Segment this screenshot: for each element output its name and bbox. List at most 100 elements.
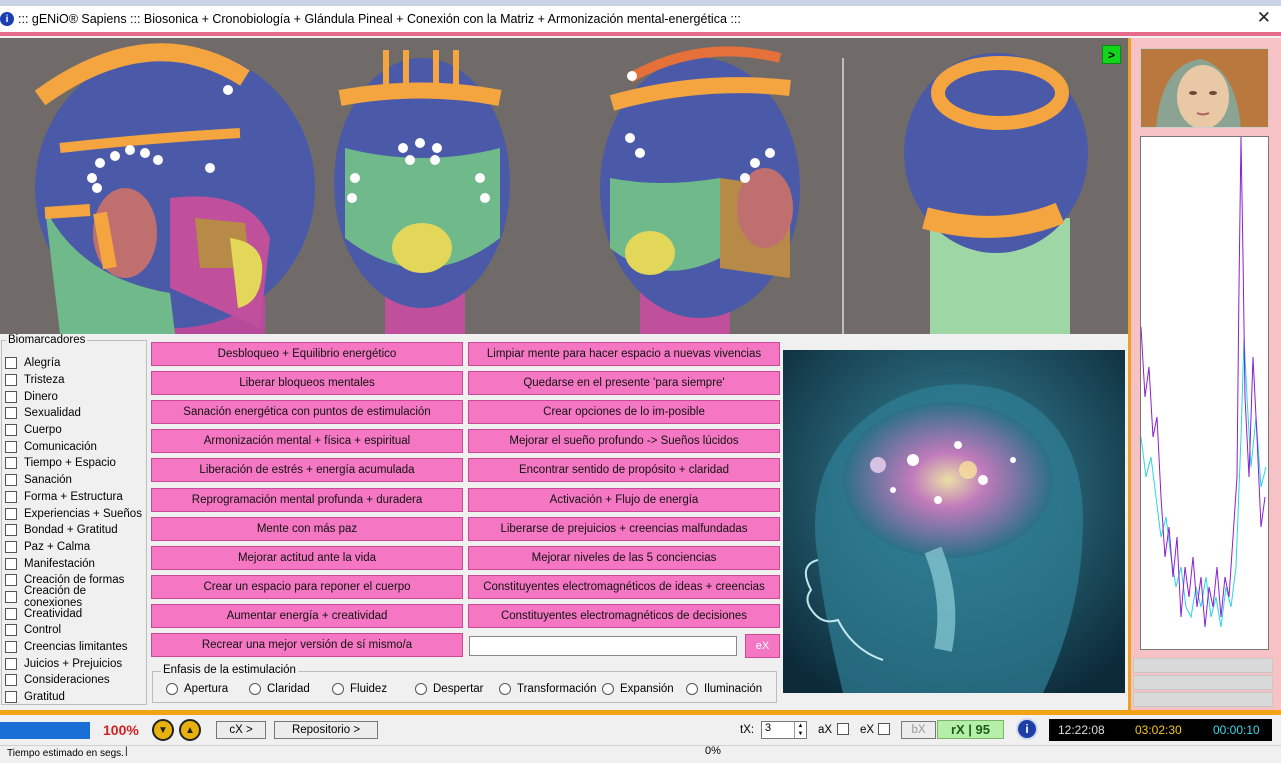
biomarcador-checkbox[interactable] (5, 457, 17, 470)
biomarcador-checkbox[interactable] (5, 490, 17, 503)
biomarcador-item[interactable]: Gratitud (5, 689, 146, 706)
biomarcador-checkbox[interactable] (5, 407, 17, 420)
biomarcador-checkbox[interactable] (5, 540, 17, 553)
biomarcador-checkbox[interactable] (5, 374, 17, 387)
radio-circle-icon[interactable] (499, 683, 511, 695)
enfasis-radio[interactable]: Claridad (249, 683, 310, 695)
biomarcador-item[interactable]: Experiencias + Sueños (5, 505, 146, 522)
biomarcador-label: Forma + Estructura (24, 490, 123, 503)
program-button[interactable]: Crear opciones de lo im-posible (468, 400, 780, 425)
radio-circle-icon[interactable] (249, 683, 261, 695)
enfasis-label: Expansión (620, 683, 674, 695)
program-button[interactable]: Mejorar actitud ante la vida (151, 545, 463, 570)
program-button[interactable]: Armonización mental + física + espiritua… (151, 429, 463, 454)
biomarcador-item[interactable]: Control (5, 622, 146, 639)
program-button[interactable]: Liberación de estrés + energía acumulada (151, 458, 463, 483)
program-button[interactable]: Liberar bloqueos mentales (151, 371, 463, 396)
biomarcador-item[interactable]: Dinero (5, 388, 146, 405)
radio-circle-icon[interactable] (332, 683, 344, 695)
title-divider (0, 32, 1281, 36)
program-button[interactable]: Mejorar el sueño profundo -> Sueños lúci… (468, 429, 780, 454)
biomarcador-item[interactable]: Creencias limitantes (5, 639, 146, 656)
biomarcador-item[interactable]: Creación de conexiones (5, 585, 146, 609)
program-button[interactable]: Aumentar energía + creatividad (151, 603, 463, 628)
biomarcador-item[interactable]: Consideraciones (5, 672, 146, 689)
app-logo-icon: i (0, 12, 14, 26)
volume-down-icon[interactable]: ▼ (152, 719, 174, 741)
program-button[interactable]: Encontrar sentido de propósito + clarida… (468, 458, 780, 483)
biomarcador-checkbox[interactable] (5, 507, 17, 520)
program-button[interactable]: Constituyentes electromagnéticos de deci… (468, 603, 780, 628)
biomarcadores-legend: Biomarcadores (6, 334, 88, 346)
program-button[interactable]: Liberarse de prejuicios + creencias malf… (468, 516, 780, 541)
go-button[interactable]: > (1102, 45, 1121, 64)
biomarcador-item[interactable]: Forma + Estructura (5, 489, 146, 506)
biomarcador-item[interactable]: Alegría (5, 355, 146, 372)
biomarcador-checkbox[interactable] (5, 674, 17, 687)
ex-label: eX (860, 724, 875, 736)
cx-button[interactable]: cX > (216, 721, 266, 739)
biomarcador-checkbox[interactable] (5, 641, 17, 654)
program-button[interactable]: Reprogramación mental profunda + durader… (151, 487, 463, 512)
close-icon[interactable]: ✕ (1257, 8, 1271, 28)
enfasis-radio[interactable]: Expansión (602, 683, 674, 695)
biomarcador-checkbox[interactable] (5, 557, 17, 570)
biomarcador-checkbox[interactable] (5, 424, 17, 437)
biomarcador-checkbox[interactable] (5, 590, 17, 603)
biomarcador-checkbox[interactable] (5, 474, 17, 487)
info-icon[interactable]: i (1016, 718, 1038, 740)
biomarcador-item[interactable]: Sexualidad (5, 405, 146, 422)
program-button[interactable]: Constituyentes electromagnéticos de idea… (468, 574, 780, 599)
biomarcador-checkbox[interactable] (5, 624, 17, 637)
status-text: Tiempo estimado en segs. (7, 748, 124, 759)
ax-checkbox[interactable] (837, 723, 849, 735)
biomarcador-item[interactable]: Tiempo + Espacio (5, 455, 146, 472)
program-button[interactable]: Recrear una mejor versión de sí mismo/a (151, 633, 463, 657)
enfasis-radio[interactable]: Transformación (499, 683, 596, 695)
program-button[interactable]: Sanación energética con puntos de estimu… (151, 400, 463, 425)
program-button[interactable]: Activación + Flujo de energía (468, 487, 780, 512)
biomarcador-checkbox[interactable] (5, 574, 17, 587)
biomarcador-item[interactable]: Manifestación (5, 555, 146, 572)
repositorio-button[interactable]: Repositorio > (274, 721, 378, 739)
biomarcador-checkbox[interactable] (5, 390, 17, 403)
biomarcador-checkbox[interactable] (5, 607, 17, 620)
enfasis-label: Apertura (184, 683, 229, 695)
program-button[interactable]: Mente con más paz (151, 516, 463, 541)
biomarcador-label: Tristeza (24, 374, 65, 387)
radio-circle-icon[interactable] (415, 683, 427, 695)
radio-circle-icon[interactable] (686, 683, 698, 695)
enfasis-radio[interactable]: Despertar (415, 683, 484, 695)
clock-current: 12:22:08 (1058, 723, 1105, 737)
enfasis-radio[interactable]: Iluminación (686, 683, 762, 695)
program-button[interactable]: Mejorar niveles de las 5 conciencias (468, 545, 780, 570)
biomarcador-item[interactable]: Paz + Calma (5, 539, 146, 556)
program-button[interactable]: Limpiar mente para hacer espacio a nueva… (468, 342, 780, 366)
ex-button[interactable]: eX (745, 634, 780, 658)
biomarcador-item[interactable]: Cuerpo (5, 422, 146, 439)
biomarcador-item[interactable]: Juicios + Prejuicios (5, 655, 146, 672)
biomarcador-checkbox[interactable] (5, 657, 17, 670)
enfasis-radio[interactable]: Apertura (166, 683, 228, 695)
biomarcador-checkbox[interactable] (5, 440, 17, 453)
biomarcador-item[interactable]: Tristeza (5, 372, 146, 389)
biomarcador-item[interactable]: Sanación (5, 472, 146, 489)
tx-spinner[interactable]: 3 ▲ ▼ (761, 721, 807, 739)
volume-up-icon[interactable]: ▲ (179, 719, 201, 741)
radio-circle-icon[interactable] (166, 683, 178, 695)
biomarcador-checkbox[interactable] (5, 691, 17, 704)
bx-button[interactable]: bX (901, 721, 936, 739)
program-button[interactable]: Crear un espacio para reponer el cuerpo (151, 574, 463, 599)
spinner-arrows-icon[interactable]: ▲ ▼ (794, 722, 806, 738)
biomarcador-item[interactable]: Comunicación (5, 438, 146, 455)
program-button[interactable]: Desbloqueo + Equilibrio energético (151, 342, 463, 366)
custom-program-input[interactable] (469, 636, 737, 656)
enfasis-radio[interactable]: Fluidez (332, 683, 387, 695)
biomarcador-item[interactable]: Bondad + Gratitud (5, 522, 146, 539)
radio-circle-icon[interactable] (602, 683, 614, 695)
program-button[interactable]: Quedarse en el presente 'para siempre' (468, 371, 780, 396)
ex-checkbox[interactable] (878, 723, 890, 735)
biomarcador-label: Sexualidad (24, 407, 81, 420)
biomarcador-checkbox[interactable] (5, 357, 17, 370)
biomarcador-checkbox[interactable] (5, 524, 17, 537)
